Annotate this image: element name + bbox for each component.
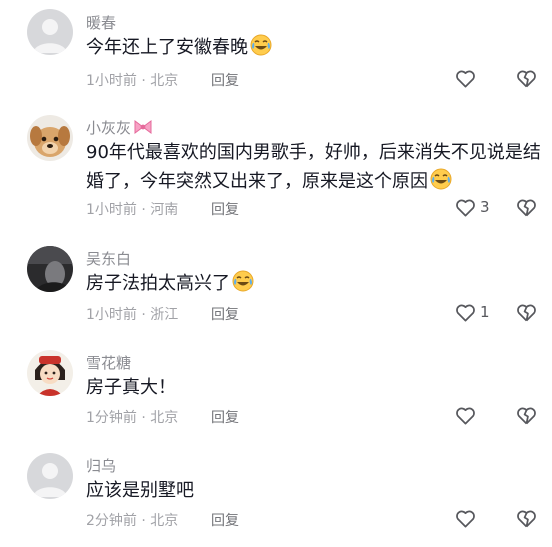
- like-count: 1: [480, 303, 490, 321]
- like-button[interactable]: [454, 66, 480, 90]
- like-count: 3: [480, 198, 490, 216]
- reply-button[interactable]: 回复: [211, 510, 239, 530]
- dislike-button[interactable]: [515, 404, 538, 427]
- comment-location: 北京: [150, 410, 179, 426]
- avatar[interactable]: [27, 9, 73, 55]
- like-button[interactable]: 1: [454, 300, 490, 324]
- tears-of-joy-emoji: [232, 270, 254, 292]
- heart-icon: [456, 510, 475, 528]
- dark-portrait-avatar-icon: [27, 246, 73, 292]
- default-avatar-icon: [27, 9, 73, 55]
- comment-text-row: 今年还上了安徽春晚: [86, 33, 544, 62]
- comment-time: 1分钟前: [86, 410, 137, 426]
- username[interactable]: 雪花糖: [86, 352, 131, 373]
- heart-icon: [456, 407, 475, 425]
- broken-heart-icon: [517, 199, 536, 217]
- like-button[interactable]: [454, 506, 480, 530]
- heart-icon: [456, 304, 475, 322]
- meta-separator: ·: [141, 513, 146, 529]
- heart-icon: [456, 199, 475, 217]
- avatar[interactable]: [27, 453, 73, 499]
- default-avatar-icon: [27, 453, 73, 499]
- comment-time: 1小时前: [86, 73, 137, 89]
- comment-meta: 1分钟前 · 北京: [86, 407, 178, 427]
- tears-of-joy-emoji: [430, 168, 452, 190]
- avatar[interactable]: [27, 350, 73, 396]
- meta-separator: ·: [141, 307, 146, 323]
- pink-bow-icon: [133, 119, 153, 135]
- puppy-avatar-icon: [27, 115, 73, 161]
- broken-heart-icon: [517, 304, 536, 322]
- comment-meta: 1小时前 · 浙江: [86, 304, 178, 324]
- comment-text: 今年还上了安徽春晚: [86, 37, 248, 58]
- like-button[interactable]: 3: [454, 195, 490, 219]
- reply-button[interactable]: 回复: [211, 70, 239, 90]
- reply-button[interactable]: 回复: [211, 199, 239, 219]
- avatar[interactable]: [27, 115, 73, 161]
- dislike-button[interactable]: [515, 507, 538, 530]
- comment-meta: 1小时前 · 河南: [86, 199, 178, 219]
- dislike-button[interactable]: [515, 196, 538, 219]
- username[interactable]: 暖春: [86, 12, 116, 33]
- meta-separator: ·: [141, 73, 146, 89]
- dislike-button[interactable]: [515, 301, 538, 324]
- comment-location: 河南: [150, 202, 179, 218]
- broken-heart-icon: [517, 70, 536, 88]
- cartoon-girl-avatar-icon: [27, 350, 73, 396]
- reply-button[interactable]: 回复: [211, 407, 239, 427]
- comment-meta: 1小时前 · 北京: [86, 70, 178, 90]
- tears-of-joy-emoji: [250, 34, 272, 56]
- comment-time: 2分钟前: [86, 513, 137, 529]
- comment-meta: 2分钟前 · 北京: [86, 510, 178, 530]
- comment-time: 1小时前: [86, 307, 137, 323]
- comment-location: 浙江: [150, 307, 179, 323]
- broken-heart-icon: [517, 407, 536, 425]
- comment-text-row: 房子法拍太高兴了: [86, 269, 544, 298]
- comment-text: 应该是别墅吧: [86, 480, 194, 501]
- comment-location: 北京: [150, 513, 179, 529]
- username[interactable]: 小灰灰: [86, 119, 131, 137]
- comment-text: 90年代最喜欢的国内男歌手，好帅，后来消失不见说是结婚了，今年突然又出来了，原来…: [86, 142, 541, 192]
- comment-time: 1小时前: [86, 202, 137, 218]
- broken-heart-icon: [517, 510, 536, 528]
- like-button[interactable]: [454, 403, 480, 427]
- dislike-button[interactable]: [515, 67, 538, 90]
- comment-location: 北京: [150, 73, 179, 89]
- username[interactable]: 归乌: [86, 455, 116, 476]
- heart-icon: [456, 70, 475, 88]
- comment-text: 房子法拍太高兴了: [86, 273, 230, 294]
- reply-button[interactable]: 回复: [211, 304, 239, 324]
- username-row: 小灰灰: [86, 117, 153, 138]
- username[interactable]: 吴东白: [86, 248, 131, 269]
- meta-separator: ·: [141, 410, 146, 426]
- comment-text: 房子真大！: [86, 377, 176, 398]
- comment-list: 暖春 今年还上了安徽春晚 1小时前 · 北京 回复 小灰灰 90年代最喜欢的国内…: [0, 0, 552, 547]
- avatar[interactable]: [27, 246, 73, 292]
- comment-text-row: 90年代最喜欢的国内男歌手，好帅，后来消失不见说是结婚了，今年突然又出来了，原来…: [86, 138, 544, 196]
- meta-separator: ·: [141, 202, 146, 218]
